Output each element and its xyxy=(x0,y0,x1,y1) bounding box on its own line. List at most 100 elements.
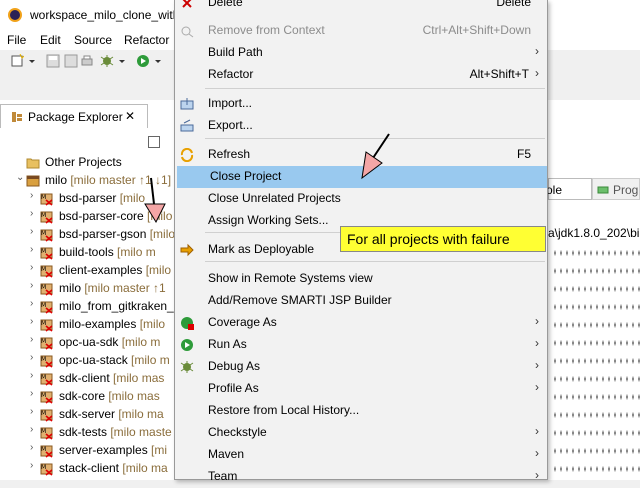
menu-item-restore-local-history[interactable]: Restore from Local History... xyxy=(175,400,547,422)
menu-item-label: Export... xyxy=(208,118,253,132)
menu-item-show-in-remote-systems[interactable]: Show in Remote Systems view xyxy=(175,268,547,290)
menu-item-refresh[interactable]: Refresh F5 xyxy=(175,144,547,166)
tree-item-decoration: [milo xyxy=(136,317,166,331)
expand-arrow-icon[interactable]: › xyxy=(30,280,33,291)
expand-arrow-icon[interactable]: › xyxy=(30,406,33,417)
package-explorer-tab[interactable]: Package Explorer ✕ xyxy=(0,104,148,128)
menu-item-team[interactable]: Team › xyxy=(175,466,547,488)
menu-separator xyxy=(205,88,545,89)
debug-icon[interactable] xyxy=(100,54,114,68)
save-icon[interactable] xyxy=(46,54,60,68)
tree-item-decoration: [milo xyxy=(143,209,173,223)
expand-arrow-icon[interactable]: › xyxy=(30,208,33,219)
tree-item-name: milo_from_gitkraken_ xyxy=(59,299,174,313)
print-icon[interactable] xyxy=(80,54,94,68)
menu-item-coverage-as[interactable]: Coverage As › xyxy=(175,312,547,334)
svg-text:M: M xyxy=(41,248,46,255)
expand-arrow-icon[interactable]: ⌄ xyxy=(16,172,24,183)
folder-icon xyxy=(26,156,40,170)
expand-arrow-icon[interactable]: › xyxy=(30,244,33,255)
menu-item-maven[interactable]: Maven › xyxy=(175,444,547,466)
menu-item-add-remove-smarti[interactable]: Add/Remove SMARTI JSP Builder xyxy=(175,290,547,312)
menu-item-label: Close Unrelated Projects xyxy=(208,191,341,205)
maven-project-icon: M xyxy=(40,264,54,278)
tree-item-name: opc-ua-stack xyxy=(59,353,128,367)
svg-text:M: M xyxy=(41,392,46,399)
save-all-icon[interactable] xyxy=(64,54,78,68)
menu-item-import[interactable]: Import... xyxy=(175,93,547,115)
submenu-arrow-icon: › xyxy=(535,380,539,394)
menu-item-label: Run As xyxy=(208,337,247,351)
collapse-all-icon[interactable] xyxy=(148,136,160,148)
expand-arrow-icon[interactable]: › xyxy=(30,316,33,327)
menu-item-checkstyle[interactable]: Checkstyle › xyxy=(175,422,547,444)
tree-item-name: stack-client xyxy=(59,461,120,475)
tree-item-decoration: [milo mas xyxy=(105,389,160,403)
maven-project-icon: M xyxy=(40,228,54,242)
menu-item-delete[interactable]: Delete Delete xyxy=(175,0,547,14)
progress-tab-label: Prog xyxy=(613,183,639,197)
maven-project-icon: M xyxy=(40,246,54,260)
menu-item-label: Refresh xyxy=(208,147,251,161)
run-icon[interactable] xyxy=(136,54,150,68)
annotation-callout: For all projects with failure xyxy=(340,226,546,252)
menu-item-close-project[interactable]: Close Project xyxy=(177,166,547,188)
menu-item-export[interactable]: Export... xyxy=(175,115,547,137)
expand-arrow-icon[interactable]: › xyxy=(30,460,33,471)
run-dropdown-icon[interactable] xyxy=(154,54,162,68)
maven-project-icon: M xyxy=(40,336,54,350)
submenu-arrow-icon: › xyxy=(535,358,539,372)
menu-edit[interactable]: Edit xyxy=(40,33,61,47)
svg-text:M: M xyxy=(41,194,46,201)
menu-item-label: Close Project xyxy=(210,169,282,183)
expand-arrow-icon[interactable]: › xyxy=(30,388,33,399)
import-icon xyxy=(180,97,194,111)
menu-item-label: Restore from Local History... xyxy=(208,403,360,417)
menu-item-shortcut: Ctrl+Alt+Shift+Down xyxy=(422,23,531,37)
menu-item-refactor[interactable]: Refactor Alt+Shift+T › xyxy=(175,64,547,86)
svg-text:M: M xyxy=(41,266,46,273)
expand-arrow-icon[interactable]: › xyxy=(30,190,33,201)
close-icon[interactable]: ✕ xyxy=(125,109,135,123)
new-icon[interactable] xyxy=(10,54,24,68)
project-icon xyxy=(26,174,40,188)
expand-arrow-icon[interactable]: › xyxy=(30,352,33,363)
expand-arrow-icon[interactable]: › xyxy=(30,298,33,309)
expand-arrow-icon[interactable]: › xyxy=(30,334,33,345)
menu-refactor[interactable]: Refactor xyxy=(124,33,169,47)
expand-arrow-icon[interactable]: › xyxy=(30,424,33,435)
expand-arrow-icon[interactable]: › xyxy=(30,262,33,273)
menu-file[interactable]: File xyxy=(7,33,26,47)
progress-icon xyxy=(597,186,609,194)
menu-item-profile-as[interactable]: Profile As › xyxy=(175,378,547,400)
menu-item-label: Add/Remove SMARTI JSP Builder xyxy=(208,293,392,307)
expand-arrow-icon[interactable]: › xyxy=(30,442,33,453)
expand-arrow-icon[interactable]: › xyxy=(30,370,33,381)
menu-item-debug-as[interactable]: Debug As › xyxy=(175,356,547,378)
debug-dropdown-icon[interactable] xyxy=(118,54,126,68)
new-dropdown-icon[interactable] xyxy=(28,54,36,68)
export-icon xyxy=(180,119,194,133)
maven-project-icon: M xyxy=(40,444,54,458)
tree-item-name: milo xyxy=(45,173,68,187)
console-tab-label: ole xyxy=(546,183,563,197)
delete-icon xyxy=(180,0,194,10)
menu-item-shortcut: Alt+Shift+T xyxy=(469,67,529,81)
tree-item-name: milo xyxy=(59,281,82,295)
console-tab[interactable]: ole xyxy=(546,178,592,200)
menu-item-close-unrelated-projects[interactable]: Close Unrelated Projects xyxy=(175,188,547,210)
tree-item-decoration: [milo ma xyxy=(119,461,168,475)
tree-item-name: bsd-parser-gson xyxy=(59,227,147,241)
svg-text:M: M xyxy=(41,338,46,345)
maven-project-icon: M xyxy=(40,390,54,404)
menu-item-build-path[interactable]: Build Path › xyxy=(175,42,547,64)
menu-item-label: Mark as Deployable xyxy=(208,242,315,256)
remove-context-icon xyxy=(180,24,194,38)
expand-arrow-icon[interactable]: › xyxy=(30,226,33,237)
menu-source[interactable]: Source xyxy=(74,33,112,47)
menu-item-run-as[interactable]: Run As › xyxy=(175,334,547,356)
progress-tab[interactable]: Prog xyxy=(592,178,640,200)
menu-item-remove-from-context[interactable]: Remove from Context Ctrl+Alt+Shift+Down xyxy=(175,20,547,42)
menu-item-label: Remove from Context xyxy=(208,23,325,37)
maven-project-icon: M xyxy=(40,372,54,386)
